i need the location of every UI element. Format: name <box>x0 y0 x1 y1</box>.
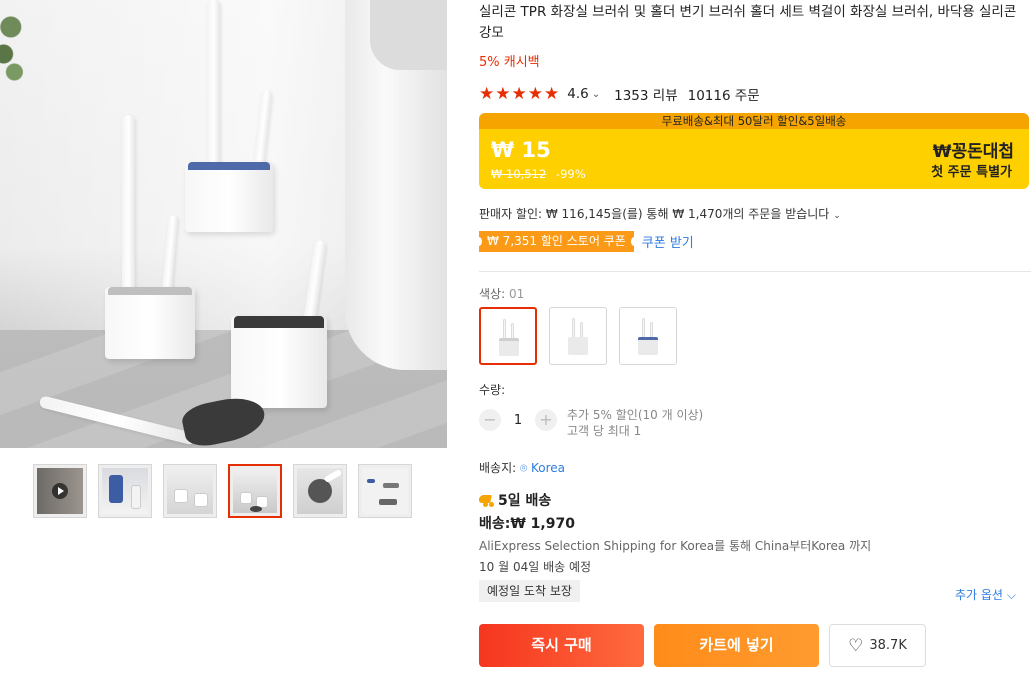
shipping-fee: 배송:₩ 1,970 <box>479 516 575 532</box>
store-coupon-badge: ₩ 7,351 할인 스토어 쿠폰 <box>476 231 637 252</box>
thumbnail-image[interactable] <box>163 464 217 518</box>
order-count: 10116 주문 <box>687 88 760 104</box>
cashback-label: 5% 캐시백 <box>479 55 540 70</box>
chevron-down-icon[interactable]: ⌄ <box>592 89 600 100</box>
heart-icon: ♡ <box>848 635 864 656</box>
quantity-note: 추가 5% 할인(10 개 이상) 고객 당 최대 1 <box>567 407 703 439</box>
quantity-bulk-discount: 추가 5% 할인(10 개 이상) <box>567 408 704 422</box>
color-swatch-03[interactable] <box>619 307 677 365</box>
get-coupon-link[interactable]: 쿠폰 받기 <box>642 232 694 251</box>
seller-discount[interactable]: 판매자 할인: ₩ 116,145을(를) 통해 ₩ 1,470개의 주문을 받… <box>479 205 841 222</box>
star-icon: ★ <box>495 83 511 104</box>
promo-banner: 무료배송&최대 50달러 할인&5일배송 <box>479 113 1029 129</box>
seller-discount-text: 판매자 할인: ₩ 116,145을(를) 통해 ₩ 1,470개의 주문을 받… <box>479 207 830 221</box>
thumbnail-image[interactable] <box>293 464 347 518</box>
fast-delivery: 5일 배송 <box>479 490 551 510</box>
image-brush-handle <box>122 115 135 295</box>
color-swatch-01[interactable] <box>479 307 537 365</box>
wishlist-button[interactable]: ♡ 38.7K <box>829 624 926 667</box>
thumbnail-image[interactable] <box>98 464 152 518</box>
delivery-truck-icon <box>479 493 495 507</box>
quantity-value[interactable]: 1 <box>501 413 535 428</box>
image-floor-holder <box>231 316 327 408</box>
deal-brand-title: ₩꽁돈대첩 <box>932 142 1014 162</box>
delivery-estimate: 10 월 04일 배송 예정 <box>479 560 592 574</box>
thumbnail-image[interactable] <box>358 464 412 518</box>
quantity-increase-button[interactable]: + <box>535 409 557 431</box>
ship-to-country: Korea <box>531 461 566 475</box>
star-icon: ★ <box>527 83 543 104</box>
quantity-limit: 고객 당 최대 1 <box>567 424 642 438</box>
color-swatches <box>479 307 677 365</box>
more-shipping-options[interactable]: 추가 옵션 ⌵ <box>955 586 1016 603</box>
discount-percent: -99% <box>555 167 586 181</box>
quantity-stepper: − 1 + <box>479 409 557 431</box>
divider <box>479 271 1031 272</box>
shipping-method: AliExpress Selection Shipping for Korea를… <box>479 539 872 553</box>
thumbnail-image-active[interactable] <box>228 464 282 518</box>
coupon-row: ₩ 7,351 할인 스토어 쿠폰 쿠폰 받기 <box>476 231 694 252</box>
color-selected-value: 01 <box>508 287 525 301</box>
star-icon: ★ <box>479 83 495 104</box>
color-label-text: 색상: <box>479 287 509 301</box>
quantity-decrease-button[interactable]: − <box>479 409 501 431</box>
ship-to: 배송지: ⌾ Korea <box>479 459 565 476</box>
rating-row: ★ ★ ★ ★ ★ 4.6 ⌄ 1353 리뷰 10116 주문 <box>479 84 760 104</box>
location-pin-icon: ⌾ <box>519 461 528 475</box>
original-price-value: ₩ 10,512 <box>491 167 547 181</box>
play-icon <box>52 483 68 499</box>
quantity-label: 수량: <box>479 383 506 397</box>
wishlist-count: 38.7K <box>869 638 907 653</box>
current-price: ₩ 15 <box>491 138 551 162</box>
star-icon: ★ <box>544 83 560 104</box>
fast-delivery-text: 5일 배송 <box>498 493 552 509</box>
star-rating[interactable]: ★ ★ ★ ★ ★ <box>479 83 560 104</box>
ship-to-label: 배송지: <box>479 461 520 475</box>
price-box: ₩ 15 ₩ 10,512 -99% ₩꽁돈대첩 첫 주문 특별가 <box>479 129 1029 189</box>
review-count[interactable]: 1353 리뷰 <box>614 84 678 104</box>
ship-to-location[interactable]: ⌾ Korea <box>520 461 565 475</box>
thumbnail-strip <box>33 464 412 518</box>
image-floor-holder <box>105 287 195 359</box>
image-plant <box>0 0 36 90</box>
main-product-image[interactable] <box>0 0 447 448</box>
chevron-down-icon: ⌵ <box>1006 588 1016 602</box>
color-label: 색상: 01 <box>479 285 524 302</box>
product-title: 실리콘 TPR 화장실 브러쉬 및 홀더 변기 브러쉬 홀더 세트 벽걸이 화장… <box>479 4 1017 41</box>
image-toilet-lid <box>370 0 447 70</box>
on-time-guarantee-badge: 예정일 도착 보장 <box>479 580 580 602</box>
thumbnail-video[interactable] <box>33 464 87 518</box>
rating-value[interactable]: 4.6 <box>567 86 588 102</box>
image-brush-handle <box>207 0 220 165</box>
add-to-cart-button[interactable]: 카트에 넣기 <box>654 624 819 667</box>
image-wall-holder <box>185 162 273 232</box>
original-price: ₩ 10,512 -99% <box>491 167 586 181</box>
more-options-text: 추가 옵션 <box>955 588 1003 602</box>
deal-brand-subtitle: 첫 주문 특별가 <box>931 165 1012 180</box>
chevron-down-icon: ⌄ <box>833 211 841 221</box>
color-swatch-02[interactable] <box>549 307 607 365</box>
star-icon: ★ <box>511 83 527 104</box>
buy-now-button[interactable]: 즉시 구매 <box>479 624 644 667</box>
